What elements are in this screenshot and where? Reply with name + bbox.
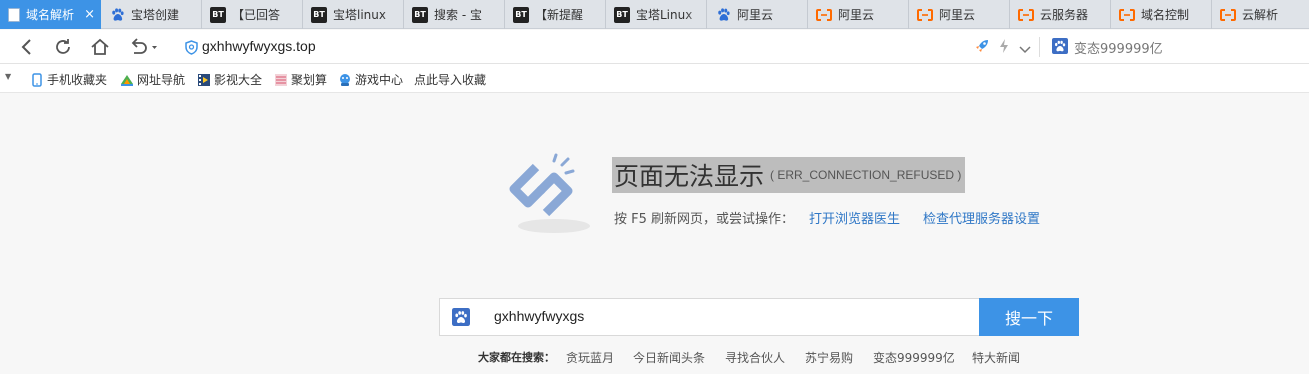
address-bar: gxhhwyfwyxgs.top 变态999999亿 — [0, 30, 1309, 64]
bookmark-label: 网址导航 — [137, 73, 186, 87]
hot-search-label: 大家都在搜索： — [478, 351, 555, 364]
hot-search-item[interactable]: 苏宁易购 — [805, 349, 853, 366]
tab-baota-create[interactable]: 宝塔创建 — [101, 0, 202, 29]
hot-search-item[interactable]: 变态999999亿 — [873, 349, 955, 366]
game-icon — [340, 73, 350, 86]
tab-cloud-server[interactable]: 云服务器 — [1010, 0, 1111, 29]
back-button[interactable] — [15, 36, 37, 58]
baidu-paw-icon — [109, 7, 125, 23]
tab-aliyun-baidu[interactable]: 阿里云 — [707, 0, 808, 29]
bt-icon: BT — [311, 6, 327, 23]
shield-icon — [185, 40, 198, 59]
chevron-down-icon[interactable] — [1019, 40, 1031, 59]
tab-label: 域名控制 — [1141, 8, 1190, 22]
bookmark-import[interactable]: 点此导入收藏 — [414, 71, 486, 88]
tab-label: 宝塔创建 — [131, 8, 180, 22]
baidu-paw-icon — [1052, 38, 1068, 58]
tab-label: 阿里云 — [939, 8, 976, 22]
tab-label: 阿里云 — [838, 8, 875, 22]
tab-aliyun-1[interactable]: 阿里云 — [808, 0, 909, 29]
url-field[interactable]: gxhhwyfwyxgs.top — [202, 38, 316, 54]
tab-baota-linux-2[interactable]: BT 宝塔Linux — [606, 0, 707, 29]
close-icon[interactable]: × — [84, 7, 95, 22]
rocket-icon[interactable] — [974, 38, 990, 58]
hot-search-item[interactable]: 寻找合伙人 — [725, 349, 785, 366]
bt-icon: BT — [614, 6, 630, 23]
bt-icon: BT — [513, 6, 529, 23]
home-icon — [91, 38, 109, 55]
tab-domain-dns[interactable]: 域名解析 × — [0, 0, 101, 29]
bookmarks-bar: ▼ 手机收藏夹 网址导航 影视大全 聚划算 游戏中心 点此导入收藏 — [0, 64, 1309, 93]
search-box — [439, 298, 980, 336]
aliyun-icon — [816, 7, 832, 23]
aliyun-icon — [1220, 7, 1236, 23]
back-icon — [21, 39, 31, 55]
aliyun-icon — [917, 7, 933, 23]
tab-label: 云解析 — [1242, 8, 1279, 22]
tab-label: 云服务器 — [1040, 8, 1089, 22]
bookmark-label: 聚划算 — [291, 73, 328, 87]
aliyun-icon — [1119, 7, 1135, 23]
bookmarks-menu-arrow[interactable]: ▼ — [5, 72, 11, 81]
tab-answered[interactable]: BT 【已回答 — [202, 0, 303, 29]
divider — [1039, 37, 1040, 57]
search-suggestion[interactable]: 变态999999亿 — [1074, 38, 1163, 57]
refresh-button[interactable] — [52, 36, 74, 58]
tab-label: 宝塔Linux — [636, 8, 693, 22]
lightning-icon[interactable] — [998, 38, 1010, 58]
undo-close-button[interactable] — [126, 36, 160, 58]
film-icon — [198, 73, 210, 86]
bookmark-games[interactable]: 游戏中心 — [338, 71, 403, 88]
phone-icon — [32, 72, 42, 87]
refresh-icon — [56, 39, 70, 54]
tab-strip: 域名解析 × 宝塔创建 BT 【已回答 BT 宝塔linux BT 搜索 - 宝… — [0, 0, 1309, 29]
bookmark-label: 游戏中心 — [355, 73, 404, 87]
broken-link-icon — [506, 153, 598, 239]
bookmark-label: 影视大全 — [214, 73, 263, 87]
proxy-settings-link[interactable]: 检查代理服务器设置 — [923, 208, 1040, 227]
tab-label: 【已回答 — [232, 8, 281, 22]
tab-label: 【新提醒 — [535, 8, 584, 22]
bookmark-video[interactable]: 影视大全 — [197, 71, 262, 88]
bookmark-mobile-favorites[interactable]: 手机收藏夹 — [30, 71, 107, 88]
tab-domain-console[interactable]: 域名控制 — [1111, 0, 1212, 29]
bt-icon: BT — [412, 6, 428, 23]
error-title-highlight: 页面无法显示 ( ERR_CONNECTION_REFUSED ) — [612, 157, 966, 193]
tab-cloud-dns[interactable]: 云解析 — [1212, 0, 1309, 29]
browser-doctor-link[interactable]: 打开浏览器医生 — [809, 208, 900, 227]
home-button[interactable] — [89, 36, 111, 58]
tab-baota-linux[interactable]: BT 宝塔linux — [303, 0, 404, 29]
error-hint: 按 F5 刷新网页，或尝试操作： — [614, 212, 795, 227]
bookmark-label: 手机收藏夹 — [47, 73, 108, 87]
tab-label: 搜索 - 宝 — [434, 8, 482, 22]
bt-icon: BT — [210, 6, 226, 23]
tab-label: 阿里云 — [737, 8, 774, 22]
error-code: ( ERR_CONNECTION_REFUSED ) — [770, 168, 962, 182]
bookmark-nav[interactable]: 网址导航 — [120, 71, 185, 88]
undo-icon — [131, 38, 157, 54]
aliyun-icon — [1018, 7, 1034, 23]
baidu-paw-icon — [452, 308, 470, 330]
bookmark-juhuasuan[interactable]: 聚划算 — [274, 71, 327, 88]
search-input[interactable] — [494, 308, 964, 324]
tab-new-reminder[interactable]: BT 【新提醒 — [505, 0, 606, 29]
tab-label: 宝塔linux — [333, 8, 386, 22]
hot-search-item[interactable]: 今日新闻头条 — [633, 349, 705, 366]
tab-aliyun-2[interactable]: 阿里云 — [909, 0, 1010, 29]
error-title: 页面无法显示 — [614, 162, 765, 191]
navigation-icon — [121, 74, 133, 86]
document-icon — [8, 7, 20, 22]
search-button[interactable]: 搜一下 — [979, 298, 1079, 336]
bookmark-label: 点此导入收藏 — [414, 73, 487, 87]
hot-search-item[interactable]: 贪玩蓝月 — [566, 349, 614, 366]
hot-search-item[interactable]: 特大新闻 — [972, 349, 1020, 366]
baidu-paw-icon — [715, 7, 731, 23]
juhuasuan-icon — [275, 73, 287, 86]
tab-search-baota[interactable]: BT 搜索 - 宝 — [404, 0, 505, 29]
